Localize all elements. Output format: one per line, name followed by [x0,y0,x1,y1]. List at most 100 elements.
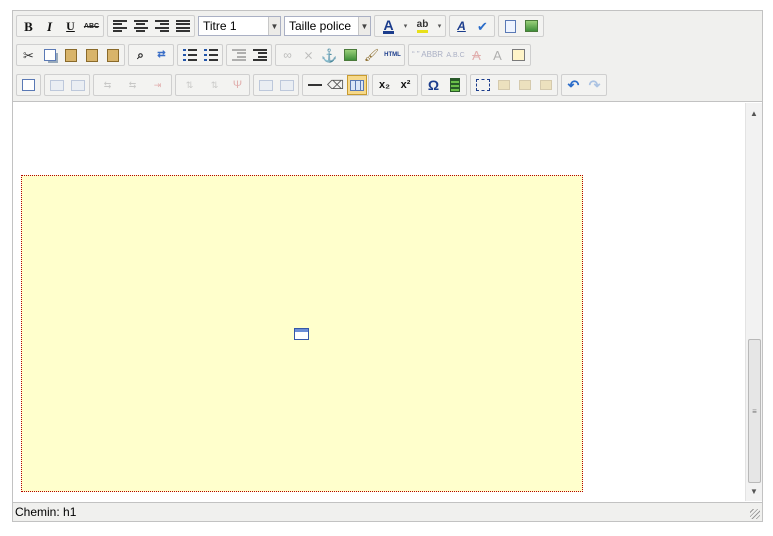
insert-col-after-button[interactable]: ⇅ [203,75,227,95]
binoculars-icon: ⌕ [137,48,144,62]
acronym-icon: A.B.C [446,51,465,59]
undo-button[interactable]: ↶ [564,75,584,95]
insert-row-before-button[interactable]: ⇆ [96,75,120,95]
font-color-button[interactable]: A [377,16,401,36]
spellcheck-button[interactable]: ✔ [473,16,493,36]
table-row-props-button[interactable] [47,75,67,95]
ins-button[interactable]: A [488,45,508,65]
media-button[interactable] [445,75,465,95]
scrollbar-thumb[interactable]: ≡ [748,339,761,483]
heading-select-value: Titre 1 [203,19,237,33]
font-color-dropdown[interactable]: ▾ [402,16,410,36]
history-group: ↶ ↷ [561,74,607,96]
find-button[interactable]: ⌕ [131,45,151,65]
insert-col-before-button[interactable]: ⇅ [178,75,202,95]
insert-image-button[interactable] [522,16,542,36]
eraser-button[interactable]: ⌫ [326,75,346,95]
unlink-button[interactable]: ⨯ [299,45,319,65]
color-group: A ▾ ab ▾ [374,15,446,37]
move-backward-button[interactable] [515,75,535,95]
highlight-dropdown[interactable]: ▾ [436,16,444,36]
insert-group: ⌫ [302,74,369,96]
link-button[interactable]: ∞ [278,45,298,65]
absolute-position-button[interactable] [536,75,556,95]
bold-button[interactable]: B [19,16,39,36]
del-button[interactable]: A [467,45,487,65]
editor-content-area[interactable] [13,103,745,501]
split-cells-button[interactable] [256,75,276,95]
cleanup-button[interactable]: 🖌 [362,45,382,65]
split-cells-icon [258,79,273,91]
media-placeholder[interactable] [21,175,583,492]
move-forward-button[interactable] [494,75,514,95]
italic-button[interactable]: I [40,16,60,36]
horizontal-rule-button[interactable] [305,75,325,95]
special-group: Ω [421,74,467,96]
insert-row-after-button[interactable]: ⇆ [121,75,145,95]
strikethrough-button[interactable]: ABC [82,16,102,36]
move-forward-icon [497,80,510,90]
scroll-down-arrow-icon[interactable]: ▼ [746,483,762,499]
indent-icon [252,49,267,61]
delete-row-button[interactable]: ⇥ [146,75,170,95]
paste-text-icon [85,48,98,62]
insert-layer-button[interactable] [473,75,493,95]
highlight-button[interactable]: ab [411,16,435,36]
resize-grip-icon[interactable] [750,509,760,519]
indent-group [226,44,272,66]
numbered-list-button[interactable] [201,45,221,65]
move-backward-icon [518,80,531,90]
edit-icon [22,79,35,91]
window-icon [294,328,309,340]
align-center-button[interactable] [131,16,151,36]
merge-cells-icon [279,79,294,91]
chevron-down-icon[interactable]: ▼ [358,17,370,35]
scroll-up-arrow-icon[interactable]: ▲ [746,105,762,121]
new-document-button[interactable] [501,16,521,36]
font-size-select[interactable]: Taille police ▼ [284,16,371,36]
align-left-button[interactable] [110,16,130,36]
heading-select[interactable]: Titre 1 ▼ [198,16,281,36]
image-button[interactable] [341,45,361,65]
table-icon [49,79,64,91]
image-icon [344,49,357,61]
chevron-down-icon[interactable]: ▼ [268,17,280,35]
merge-cells-button[interactable] [277,75,297,95]
anchor-button[interactable]: ⚓ [320,45,340,65]
paste-text-button[interactable] [82,45,102,65]
underline-button[interactable]: U [61,16,81,36]
edit-button[interactable] [19,75,39,95]
edit-group [16,74,41,96]
paste-word-button[interactable] [103,45,123,65]
align-left-icon [112,20,127,32]
acronym-button[interactable]: A.B.C [446,45,466,65]
subscript-button[interactable]: x₂ [375,75,395,95]
align-right-icon [154,20,169,32]
quote-group: “ ” ABBR A.B.C A A [408,44,531,66]
html-source-button[interactable]: HTML [383,45,403,65]
indent-button[interactable] [250,45,270,65]
row-ops-group: ⇆ ⇆ ⇥ [93,74,172,96]
rich-text-editor: B I U ABC Titre 1 ▼ Taille police ▼ A ▾ … [12,10,763,522]
table-cell-props-button[interactable] [68,75,88,95]
delete-col-button[interactable]: Ψ [228,75,248,95]
outdent-button[interactable] [229,45,249,65]
cut-button[interactable]: ✂ [19,45,39,65]
replace-button[interactable]: ⇄ [152,45,172,65]
editor-toolbar: B I U ABC Titre 1 ▼ Taille police ▼ A ▾ … [13,11,762,102]
attributes-button[interactable] [509,45,529,65]
redo-button[interactable]: ↷ [585,75,605,95]
remove-format-button[interactable]: A [452,16,472,36]
special-char-button[interactable]: Ω [424,75,444,95]
bullet-list-button[interactable] [180,45,200,65]
copy-button[interactable] [40,45,60,65]
align-right-button[interactable] [152,16,172,36]
vertical-scrollbar[interactable]: ▲ ≡ ▼ [745,103,762,501]
attributes-icon [512,49,525,61]
quote-button[interactable]: “ ” ABBR [411,45,445,65]
align-justify-button[interactable] [173,16,193,36]
cell-merge-group [253,74,299,96]
paste-button[interactable] [61,45,81,65]
insert-table-button[interactable] [346,75,367,95]
superscript-button[interactable]: x² [396,75,416,95]
